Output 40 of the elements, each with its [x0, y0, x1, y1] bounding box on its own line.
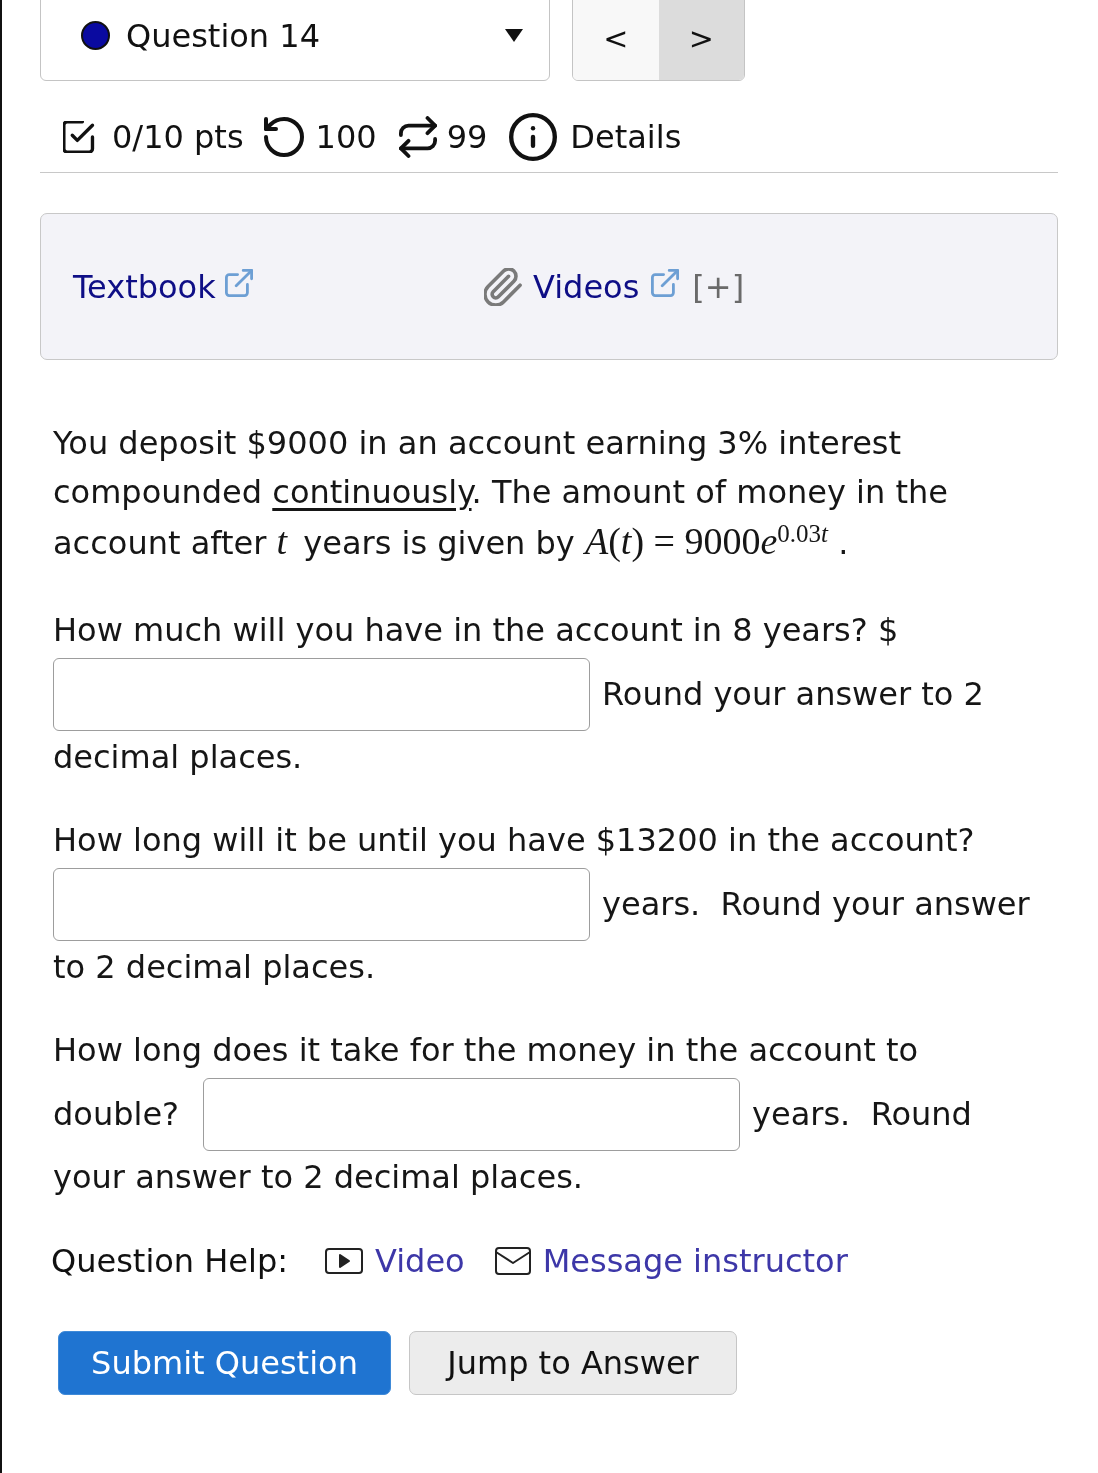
undo-icon [263, 116, 304, 157]
previous-button[interactable]: < [573, 0, 659, 80]
glossary-link[interactable]: continuously [272, 473, 472, 511]
video-link[interactable]: Video [324, 1236, 465, 1285]
paperclip-icon [484, 267, 522, 306]
textbook-link[interactable]: Textbook [73, 262, 253, 311]
retries-count: 100 [315, 116, 377, 158]
instruction-text: to 2 decimal places. [53, 947, 376, 988]
external-link-icon [224, 268, 253, 297]
videos-link[interactable]: Videos [533, 262, 680, 311]
question-text: How much will you have in the account in 8 years? $ [53, 610, 899, 651]
attempts-count: 99 [446, 116, 488, 158]
question-text: You deposit $9000 in an account earning 3% interest compounded continuously. The amount of money in the account after t years is given by A(t) = 9000e$^{0.03}$$^{t}$ . [53, 423, 949, 564]
answer-field[interactable] [53, 657, 590, 731]
instruction-text: decimal places. [53, 737, 303, 778]
mail-icon [493, 1245, 532, 1276]
question-text: double? [53, 1093, 180, 1135]
question-dropdown[interactable]: Question 14 [40, 0, 550, 81]
instruction-text: your answer to 2 decimal places. [53, 1157, 583, 1198]
help-label: Question Help: [51, 1240, 289, 1282]
instruction-text: Round your answer to 2 [602, 673, 984, 715]
checkbox-icon [63, 120, 95, 153]
instruction-text: years. Round your answer [602, 883, 1030, 925]
details-button[interactable]: Details [509, 112, 682, 161]
external-link-icon [651, 268, 680, 297]
expand-button[interactable]: [+] [692, 262, 745, 311]
answer-field[interactable] [53, 867, 590, 941]
message-instructor-link[interactable]: Message instructor [493, 1236, 848, 1285]
question-text: How long does it take for the money in the account to [53, 1030, 919, 1071]
answer-field[interactable] [203, 1077, 741, 1151]
caret-down-icon [505, 29, 523, 42]
jump-to-answer-button[interactable]: Jump to Answer [409, 1331, 737, 1395]
question-text: How long will it be until you have $13200 in the account? [53, 820, 975, 861]
points-text: 0/10 pts [112, 116, 244, 158]
info-icon [509, 112, 558, 161]
next-button[interactable]: > [658, 0, 744, 80]
submit-button[interactable]: Submit Question [58, 1331, 391, 1395]
repeat-icon [398, 115, 437, 158]
instruction-text: years. Round [752, 1093, 972, 1135]
video-play-icon [324, 1246, 365, 1275]
